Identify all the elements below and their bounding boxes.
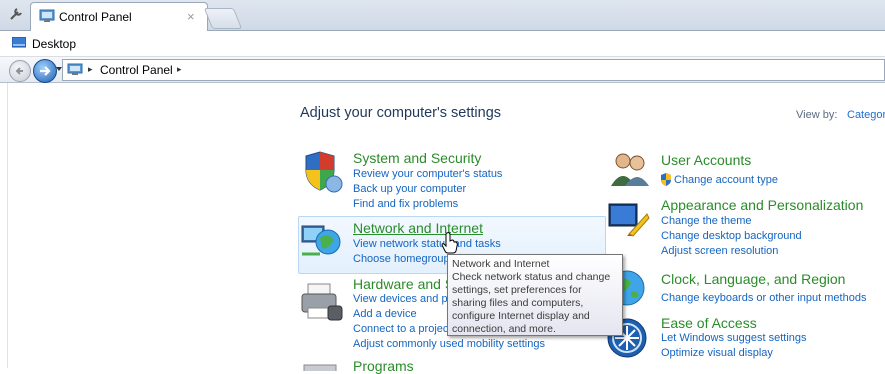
tab-strip: Control Panel × bbox=[0, 0, 885, 31]
new-tab-button[interactable] bbox=[203, 8, 243, 29]
printer-icon[interactable] bbox=[298, 280, 346, 324]
link-find-fix[interactable]: Find and fix problems bbox=[353, 198, 458, 210]
link-change-theme[interactable]: Change the theme bbox=[661, 215, 752, 227]
link-change-account-type[interactable]: Change account type bbox=[674, 174, 778, 186]
hand-cursor-icon bbox=[441, 232, 459, 254]
link-change-keyboards[interactable]: Change keyboards or other input methods bbox=[661, 292, 866, 304]
category-system-security[interactable]: System and Security bbox=[353, 150, 481, 166]
category-ease-of-access[interactable]: Ease of Access bbox=[661, 315, 757, 331]
link-view-devices[interactable]: View devices and pr bbox=[353, 293, 451, 305]
forward-button[interactable] bbox=[33, 59, 57, 83]
user-accounts-icon[interactable] bbox=[607, 150, 651, 188]
category-hardware-sound[interactable]: Hardware and S bbox=[353, 276, 454, 292]
page-title: Adjust your computer's settings bbox=[300, 105, 502, 121]
category-appearance[interactable]: Appearance and Personalization bbox=[661, 197, 863, 213]
programs-icon[interactable] bbox=[302, 360, 338, 374]
category-user-accounts[interactable]: User Accounts bbox=[661, 152, 751, 168]
shield-icon[interactable] bbox=[300, 150, 344, 194]
control-panel-icon bbox=[39, 9, 55, 23]
uac-shield-icon bbox=[660, 173, 672, 186]
navigation-bar: ▸ Control Panel ▸ bbox=[0, 57, 885, 83]
control-panel-icon bbox=[67, 63, 83, 76]
bookmarks-bar: Desktop bbox=[0, 31, 885, 57]
desktop-icon bbox=[11, 36, 27, 49]
link-network-status[interactable]: View network status and tasks bbox=[353, 238, 501, 250]
address-box[interactable]: ▸ Control Panel ▸ bbox=[62, 59, 885, 81]
link-connect-projector[interactable]: Connect to a projec bbox=[353, 323, 448, 335]
tooltip-body: Check network status and change settings… bbox=[452, 271, 611, 335]
wrench-icon[interactable] bbox=[6, 4, 28, 24]
breadcrumb-separator[interactable]: ▸ bbox=[88, 64, 93, 75]
link-optimize-display[interactable]: Optimize visual display bbox=[661, 347, 773, 359]
link-homegroup[interactable]: Choose homegroup bbox=[353, 253, 450, 265]
view-by-dropdown[interactable]: Categor bbox=[847, 109, 885, 121]
category-programs[interactable]: Programs bbox=[353, 358, 414, 374]
tooltip-title: Network and Internet bbox=[452, 258, 550, 270]
tooltip: Network and Internet Check network statu… bbox=[447, 254, 623, 336]
view-by-label: View by: bbox=[796, 109, 838, 121]
category-clock-language[interactable]: Clock, Language, and Region bbox=[661, 271, 845, 287]
tab-title: Control Panel bbox=[59, 10, 132, 24]
tab-close-button[interactable]: × bbox=[187, 9, 195, 24]
link-add-device[interactable]: Add a device bbox=[353, 308, 417, 320]
link-screen-resolution[interactable]: Adjust screen resolution bbox=[661, 245, 778, 257]
link-desktop-background[interactable]: Change desktop background bbox=[661, 230, 802, 242]
link-mobility-settings[interactable]: Adjust commonly used mobility settings bbox=[353, 338, 545, 350]
appearance-icon[interactable] bbox=[607, 200, 651, 240]
breadcrumb-separator[interactable]: ▸ bbox=[177, 64, 182, 75]
breadcrumb-control-panel[interactable]: Control Panel bbox=[100, 63, 173, 77]
link-windows-suggest[interactable]: Let Windows suggest settings bbox=[661, 332, 807, 344]
category-network-internet[interactable]: Network and Internet bbox=[353, 220, 483, 236]
link-back-up[interactable]: Back up your computer bbox=[353, 183, 466, 195]
left-pane-divider bbox=[7, 83, 8, 368]
back-button[interactable] bbox=[9, 60, 31, 82]
network-globe-icon[interactable] bbox=[300, 220, 344, 260]
link-review-status[interactable]: Review your computer's status bbox=[353, 168, 502, 180]
desktop-link[interactable]: Desktop bbox=[32, 37, 76, 51]
tab-control-panel[interactable]: Control Panel × bbox=[30, 2, 208, 31]
